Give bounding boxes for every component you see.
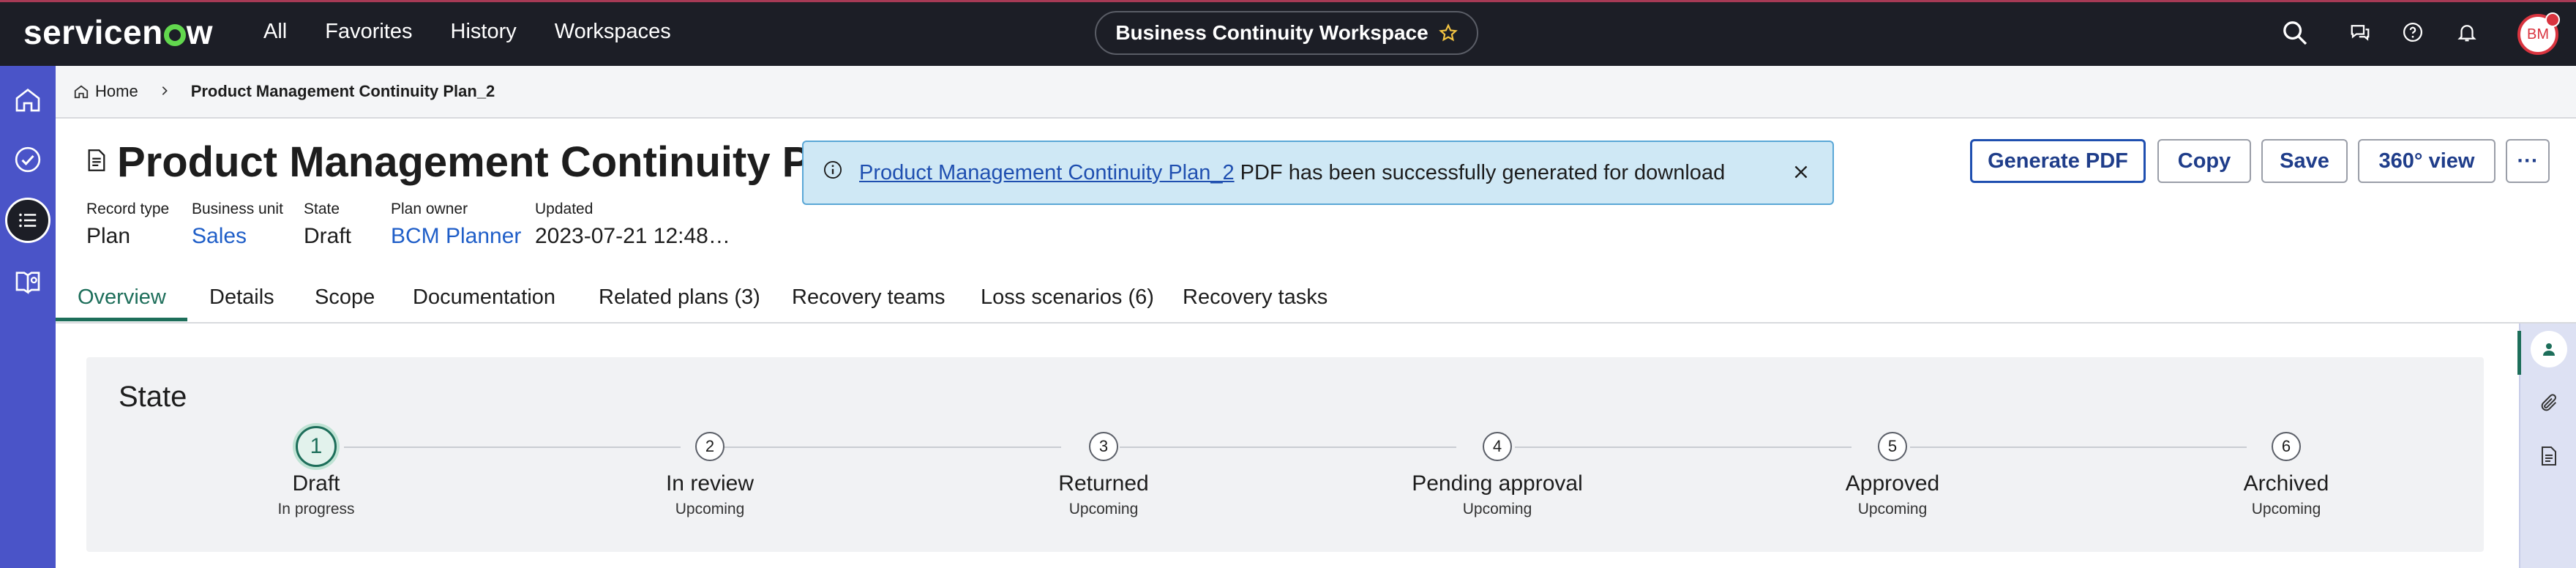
tab-recovery-teams[interactable]: Recovery teams	[792, 285, 946, 310]
nav-history[interactable]: History	[451, 20, 517, 44]
record-tabs: Overview Details Scope Documentation Rel…	[56, 278, 2576, 324]
field-value: Plan	[86, 224, 131, 248]
step-status: Upcoming	[1857, 501, 1928, 517]
step-name: Archived	[2243, 471, 2329, 496]
home-small-icon	[74, 85, 89, 99]
field-updated: Updated 2023-07-21 12:48…	[535, 201, 730, 249]
business-unit-link[interactable]: Sales	[192, 224, 283, 249]
step-name: Draft	[292, 471, 340, 496]
state-step-returned[interactable]: 3 Returned Upcoming	[994, 432, 1213, 518]
record-title-row: Product Management Continuity Plan_	[86, 138, 895, 187]
field-state: State Draft	[304, 201, 351, 249]
step-number: 2	[695, 432, 724, 461]
toast-plan-link[interactable]: Product Management Continuity Plan_2	[859, 161, 1235, 185]
step-name: Returned	[1058, 471, 1149, 496]
record-title: Product Management Continuity Plan_	[117, 138, 896, 186]
step-status: Upcoming	[1462, 501, 1532, 517]
field-value: Draft	[304, 224, 352, 248]
search-icon[interactable]	[2280, 18, 2310, 48]
state-step-approved[interactable]: 5 Approved Upcoming	[1783, 432, 2002, 518]
field-label: Record type	[86, 201, 170, 217]
tab-overview[interactable]: Overview	[78, 285, 166, 310]
user-avatar[interactable]: BM	[2517, 12, 2560, 55]
list-icon[interactable]	[5, 198, 50, 243]
left-nav-rail	[0, 66, 56, 568]
nav-favorites[interactable]: Favorites	[325, 20, 412, 44]
step-number: 4	[1483, 432, 1512, 461]
save-button[interactable]: Save	[2261, 139, 2348, 183]
workspace-name: Business Continuity Workspace	[1115, 21, 1429, 44]
more-actions-button[interactable]: ···	[2506, 139, 2550, 183]
state-step-pending-approval[interactable]: 4 Pending approval Upcoming	[1388, 432, 1607, 518]
check-circle-icon[interactable]	[7, 139, 48, 180]
breadcrumb-home[interactable]: Home	[73, 82, 138, 101]
help-icon[interactable]	[2402, 21, 2431, 51]
nav-workspaces[interactable]: Workspaces	[555, 20, 671, 44]
paperclip-icon[interactable]	[2531, 385, 2567, 422]
home-icon[interactable]	[7, 79, 48, 120]
info-icon	[823, 160, 843, 186]
top-navigation-bar: servicen w All Favorites History Workspac…	[0, 0, 2576, 66]
step-status: Upcoming	[675, 501, 745, 517]
active-tab-indicator	[56, 318, 187, 321]
tab-recovery-tasks[interactable]: Recovery tasks	[1183, 285, 1328, 310]
presence-badge	[2545, 12, 2560, 27]
tab-details[interactable]: Details	[209, 285, 274, 310]
step-number: 3	[1089, 432, 1118, 461]
right-rail-active-marker	[2517, 331, 2521, 375]
field-label: State	[304, 201, 340, 217]
document-list-icon[interactable]	[2531, 438, 2567, 474]
breadcrumb: Home Product Management Continuity Plan_…	[56, 66, 2576, 119]
step-status: Upcoming	[2251, 501, 2321, 517]
tab-documentation[interactable]: Documentation	[413, 285, 555, 310]
tab-scope[interactable]: Scope	[315, 285, 375, 310]
success-toast: Product Management Continuity Plan_2 PDF…	[802, 141, 1834, 205]
step-name: Approved	[1845, 471, 1940, 496]
tab-loss-scenarios[interactable]: Loss scenarios (6)	[981, 285, 1154, 310]
breadcrumb-home-label: Home	[95, 82, 138, 100]
breadcrumb-current: Product Management Continuity Plan_2	[190, 82, 495, 100]
person-icon[interactable]	[2531, 331, 2567, 367]
step-name: Pending approval	[1412, 471, 1583, 496]
step-status: Upcoming	[1068, 501, 1139, 517]
user-initials: BM	[2527, 26, 2549, 42]
servicenow-logo[interactable]: servicen w	[23, 12, 213, 52]
field-label: Business unit	[192, 201, 283, 217]
chat-icon[interactable]	[2349, 21, 2378, 51]
state-step-archived[interactable]: 6 Archived Upcoming	[2176, 432, 2396, 518]
field-value: 2023-07-21 12:48…	[535, 224, 730, 248]
state-step-draft[interactable]: 1 Draft In progress	[206, 426, 426, 518]
logo-o-mark	[163, 24, 186, 46]
state-title: State	[119, 381, 187, 413]
view-360-button[interactable]: 360° view	[2358, 139, 2496, 183]
top-nav-menu: All Favorites History Workspaces	[263, 20, 671, 44]
map-book-icon[interactable]	[7, 262, 48, 303]
tab-related-plans[interactable]: Related plans (3)	[599, 285, 760, 310]
bell-icon[interactable]	[2456, 21, 2485, 51]
step-status: In progress	[277, 501, 355, 517]
step-number: 5	[1878, 432, 1907, 461]
field-label: Plan owner	[391, 201, 468, 217]
field-record-type: Record type Plan	[86, 201, 169, 249]
star-outline-icon[interactable]	[1438, 23, 1458, 42]
state-step-in-review[interactable]: 2 In review Upcoming	[600, 432, 820, 518]
step-name: In review	[665, 471, 755, 496]
generate-pdf-button[interactable]: Generate PDF	[1970, 139, 2146, 183]
chevron-right-icon	[159, 82, 171, 101]
right-sidebar-rail	[2519, 324, 2576, 568]
field-plan-owner: Plan owner BCM Planner	[391, 201, 521, 249]
copy-button[interactable]: Copy	[2157, 139, 2251, 183]
field-label: Updated	[535, 201, 594, 217]
step-number: 6	[2272, 432, 2301, 461]
close-icon[interactable]	[1791, 162, 1811, 187]
document-icon	[86, 149, 107, 176]
field-business-unit: Business unit Sales	[192, 201, 283, 249]
toast-message: PDF has been successfully generated for …	[1240, 160, 1726, 184]
workspace-switcher-pill[interactable]: Business Continuity Workspace	[1095, 11, 1478, 55]
state-card	[86, 357, 2484, 552]
step-number: 1	[296, 426, 337, 467]
nav-all[interactable]: All	[263, 20, 287, 44]
plan-owner-link[interactable]: BCM Planner	[391, 224, 521, 249]
